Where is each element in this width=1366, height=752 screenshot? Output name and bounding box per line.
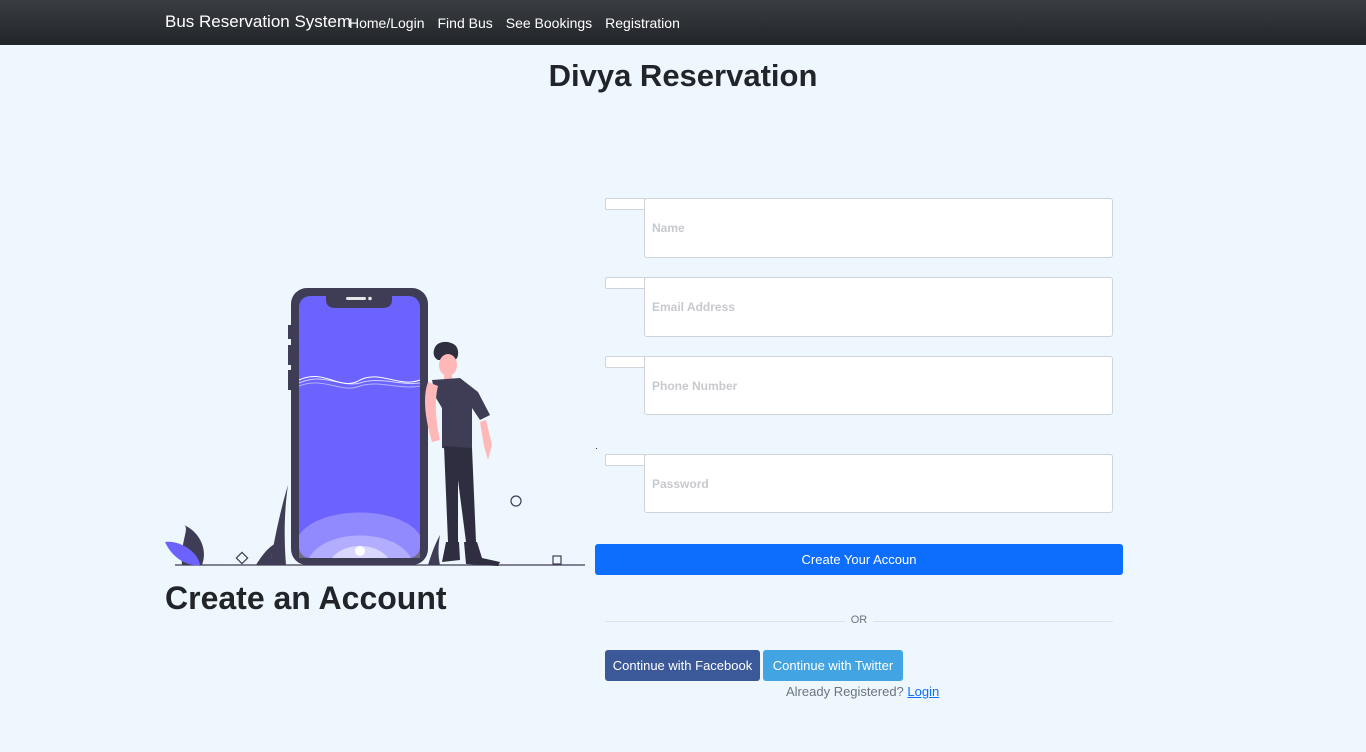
phone-camera bbox=[368, 296, 372, 301]
email-row bbox=[605, 277, 1113, 337]
nav-link-see-bookings[interactable]: See Bookings bbox=[506, 15, 592, 31]
page-title: Divya Reservation bbox=[548, 58, 818, 93]
person-shoe bbox=[442, 542, 460, 562]
person-face bbox=[439, 354, 457, 376]
login-link[interactable]: Login bbox=[907, 684, 939, 699]
phone-side-button bbox=[288, 325, 291, 339]
already-registered: Already Registered? Login bbox=[786, 684, 939, 699]
nav-link-home-login[interactable]: Home/Login bbox=[349, 15, 425, 31]
email-input[interactable] bbox=[644, 277, 1113, 337]
password-input[interactable] bbox=[644, 454, 1113, 513]
navbar-brand[interactable]: Bus Reservation System bbox=[165, 12, 351, 32]
person-shoe bbox=[464, 542, 500, 566]
divider-right bbox=[873, 621, 1113, 622]
or-label: OR bbox=[850, 614, 868, 626]
home-dot bbox=[355, 546, 365, 556]
grass-right bbox=[428, 535, 440, 565]
phone-side-button bbox=[288, 370, 291, 390]
name-input[interactable] bbox=[644, 198, 1113, 258]
phone-side-button bbox=[288, 345, 291, 365]
create-account-button[interactable]: Create Your Accoun bbox=[595, 544, 1123, 575]
phone-input-addon bbox=[605, 356, 645, 368]
create-account-heading: Create an Account bbox=[165, 580, 447, 616]
password-input-addon bbox=[605, 454, 645, 466]
password-row bbox=[605, 454, 1113, 513]
person-hand bbox=[480, 420, 492, 460]
nav-links: Home/Login Find Bus See Bookings Registr… bbox=[349, 15, 693, 31]
divider-left bbox=[605, 621, 845, 622]
square-shape bbox=[552, 555, 562, 565]
already-registered-text: Already Registered? bbox=[786, 684, 904, 699]
nav-link-registration[interactable]: Registration bbox=[605, 15, 680, 31]
continue-twitter-button[interactable]: Continue with Twitter bbox=[763, 650, 903, 681]
phone-row bbox=[605, 356, 1113, 415]
continue-facebook-button[interactable]: Continue with Facebook bbox=[605, 650, 760, 681]
circle-shape bbox=[510, 495, 522, 507]
phone-input[interactable] bbox=[644, 356, 1113, 415]
diamond-shape bbox=[235, 551, 249, 565]
person-shirt bbox=[432, 378, 490, 450]
signup-illustration bbox=[165, 288, 585, 566]
phone-speaker bbox=[346, 297, 366, 300]
name-input-addon bbox=[605, 198, 645, 210]
navbar: Bus Reservation System Home/Login Find B… bbox=[0, 0, 1366, 45]
email-input-addon bbox=[605, 277, 645, 289]
stray-dot bbox=[596, 448, 597, 449]
person-legs bbox=[444, 446, 476, 542]
name-row bbox=[605, 198, 1113, 258]
grass-left bbox=[270, 485, 288, 565]
nav-link-find-bus[interactable]: Find Bus bbox=[438, 15, 493, 31]
